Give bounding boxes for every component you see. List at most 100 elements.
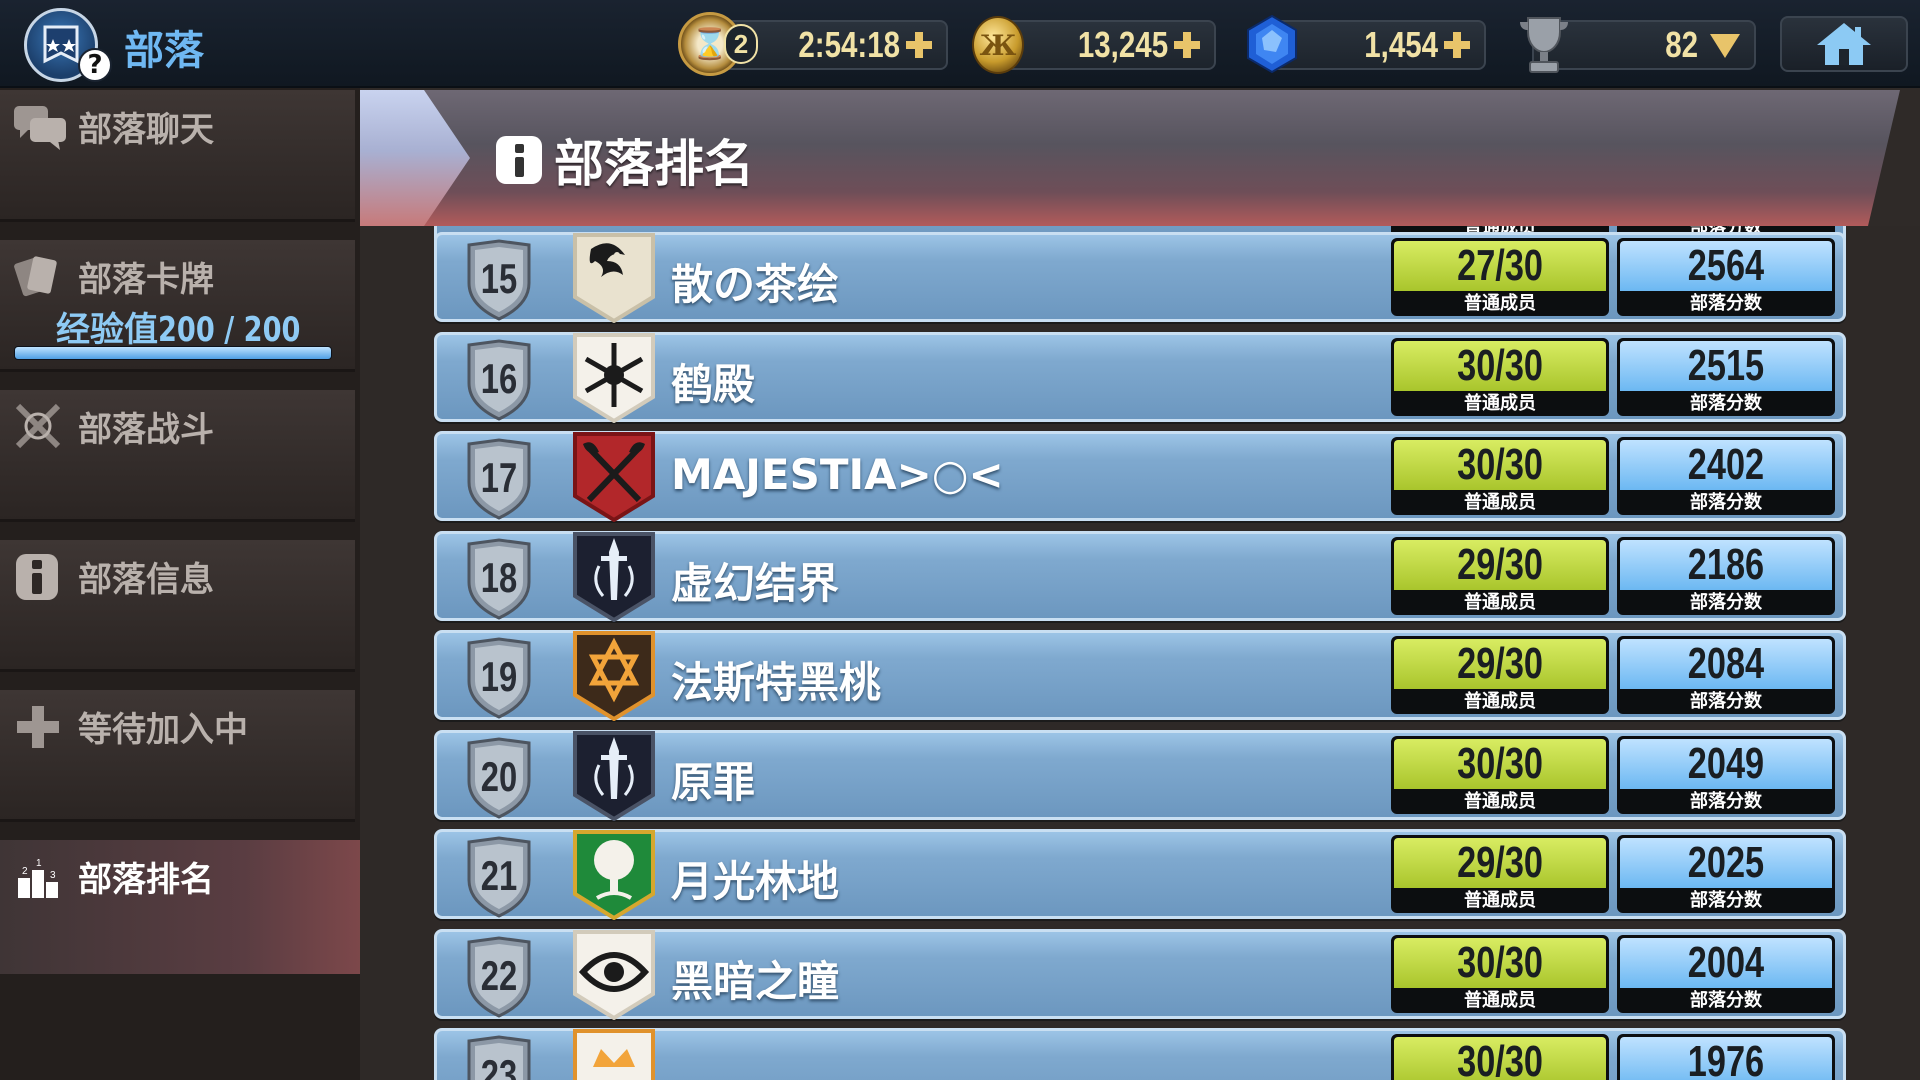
- members-caption: 普通成员: [1394, 689, 1606, 711]
- clan-name: 月光林地: [671, 857, 840, 906]
- score-stat: 2564 部落分数: [1617, 238, 1835, 316]
- score-stat: 2186 部落分数: [1617, 536, 1835, 615]
- home-icon: [1817, 23, 1871, 65]
- score-value: 2025: [1687, 838, 1765, 887]
- members-value: 29/30: [1457, 539, 1543, 589]
- score-value: 2004: [1687, 937, 1765, 987]
- score-caption: 部落分数: [1620, 390, 1832, 413]
- sidebar-item-clan-chat[interactable]: 部落聊天: [0, 90, 355, 222]
- score-stat: 2049 部落分数: [1617, 735, 1835, 814]
- tree-emblem: [571, 828, 657, 921]
- star-of-david-emblem: [571, 629, 657, 722]
- sidebar-item-label: 部落聊天: [78, 110, 214, 150]
- members-stat: 27/30 普通成员: [1391, 238, 1609, 316]
- crossed-axes-emblem: [571, 430, 657, 523]
- ranking-row[interactable]: 18 虚幻结界 29/30 普通成员 2186 部落分数: [434, 530, 1846, 622]
- podium-icon: 2 1 3: [18, 858, 58, 898]
- sidebar-item-label: 部落信息: [78, 560, 214, 600]
- sidebar-item-label: 部落卡牌: [78, 260, 214, 300]
- timer-value: 2:54:18: [798, 24, 900, 65]
- cards-icon: [14, 256, 57, 297]
- timer-count: 2: [724, 24, 758, 64]
- members-value: 30/30: [1457, 440, 1543, 489]
- svg-text:3: 3: [50, 870, 56, 881]
- dragon-emblem: [571, 231, 657, 324]
- score-value: 2515: [1687, 340, 1765, 390]
- sword-emblem: [571, 729, 657, 821]
- rank-number: 21: [480, 852, 518, 899]
- score-stat: 2084 部落分数: [1617, 636, 1835, 714]
- rank-number: 16: [480, 354, 518, 402]
- sidebar-item-label: 部落排名: [78, 860, 214, 900]
- clan-name: MAJESTIA>○<: [671, 450, 1004, 499]
- score-caption: 部落分数: [1620, 689, 1832, 711]
- gem-add-icon[interactable]: [1442, 30, 1472, 60]
- ranking-list[interactable]: 普通成员 部落分数 15 散の茶绘 27/30 普通成员 2564 部: [360, 226, 1920, 1080]
- gold-coin-icon: Ж: [972, 16, 1024, 74]
- score-caption: 部落分数: [1620, 888, 1832, 910]
- ranking-row[interactable]: 16 鹤殿 30/30 普通成员 2515 部落分数: [434, 331, 1846, 423]
- page-title: 部落排名: [496, 124, 754, 196]
- ranking-row[interactable]: 17 MAJESTIA>○< 30/30 普通成员 2402 部落分数: [434, 430, 1846, 523]
- clan-name: 虚幻结界: [671, 558, 840, 608]
- gold-value: 13,245: [1077, 24, 1168, 65]
- members-stat: 30/30 普通成员: [1391, 437, 1609, 515]
- score-stat: 2402 部落分数: [1617, 437, 1835, 515]
- dropdown-arrow-icon[interactable]: [1708, 30, 1742, 60]
- clan-name: 法斯特黑桃: [671, 658, 882, 707]
- rank-number: 19: [480, 653, 518, 700]
- members-value: 27/30: [1457, 241, 1543, 290]
- members-caption: 普通成员: [1394, 490, 1606, 512]
- score-value: 1976: [1687, 1037, 1765, 1080]
- ranking-row[interactable]: 20 原罪 30/30 普通成员 2049 部落分数: [434, 729, 1846, 821]
- members-value: 30/30: [1457, 738, 1543, 788]
- score-caption: 部落分数: [1620, 987, 1832, 1010]
- score-value: 2186: [1687, 539, 1765, 589]
- clan-title: 部落: [124, 28, 204, 74]
- ranking-row[interactable]: 21 月光林地 29/30 普通成员 2025 部落分数: [434, 828, 1846, 921]
- gold-add-icon[interactable]: [1172, 30, 1202, 60]
- members-stat: 29/30 普通成员: [1391, 636, 1609, 714]
- members-stat: 30/30 普通成员: [1391, 337, 1609, 416]
- clan-name: 原罪: [671, 757, 756, 807]
- timer-add-icon[interactable]: [904, 30, 934, 60]
- sidebar-item-label: 部落战斗: [78, 410, 214, 450]
- sidebar-item-clan-info[interactable]: 部落信息: [0, 540, 355, 672]
- score-value: 2084: [1687, 639, 1765, 688]
- ranking-row[interactable]: 23 30/30 普通成员 1976 部落分数: [434, 1028, 1846, 1080]
- plus-icon: [17, 706, 59, 748]
- sidebar-item-pending-join[interactable]: 等待加入中: [0, 690, 355, 822]
- crown-emblem: [571, 1027, 657, 1080]
- score-stat: 2004 部落分数: [1617, 934, 1835, 1013]
- chat-bubbles-icon: [14, 106, 66, 150]
- ranking-row[interactable]: 15 散の茶绘 27/30 普通成员 2564 部落分数: [434, 231, 1846, 324]
- rank-number: 23: [480, 1051, 518, 1080]
- info-icon[interactable]: [496, 136, 542, 184]
- help-badge[interactable]: ?: [78, 48, 112, 82]
- members-caption: 普通成员: [1394, 987, 1606, 1010]
- members-value: 30/30: [1457, 937, 1543, 987]
- sidebar-item-clan-battle[interactable]: 部落战斗: [0, 390, 355, 522]
- sidebar-item-clan-ranking[interactable]: 2 1 3 部落排名: [0, 840, 406, 974]
- sidebar-item-clan-cards[interactable]: 部落卡牌 经验值200 / 200: [0, 240, 355, 372]
- score-caption: 部落分数: [1620, 788, 1832, 811]
- rank-shield: 19: [463, 637, 535, 719]
- score-value: 2049: [1687, 738, 1765, 788]
- clan-name: 黑暗之瞳: [671, 956, 840, 1006]
- ranking-row[interactable]: 19 法斯特黑桃 29/30 普通成员 2084 部落分数: [434, 629, 1846, 722]
- home-button[interactable]: [1780, 16, 1908, 72]
- rank-shield: 16: [463, 338, 535, 421]
- rank-shield: 17: [463, 438, 535, 520]
- crossed-swords-icon: [15, 403, 61, 449]
- score-caption: 部落分数: [1620, 490, 1832, 512]
- members-value: 30/30: [1457, 340, 1543, 390]
- ranking-row[interactable]: 22 黑暗之瞳 30/30 普通成员 2004 部落分数: [434, 928, 1846, 1020]
- members-caption: 普通成员: [1394, 788, 1606, 811]
- gem-icon: [1247, 14, 1297, 74]
- score-value: 2564: [1687, 241, 1765, 290]
- clan-name: 散の茶绘: [671, 260, 840, 309]
- score-stat: 2025 部落分数: [1617, 835, 1835, 913]
- experience-progress-fill: [15, 347, 331, 359]
- members-stat: 30/30 普通成员: [1391, 934, 1609, 1013]
- score-stat: 2515 部落分数: [1617, 337, 1835, 416]
